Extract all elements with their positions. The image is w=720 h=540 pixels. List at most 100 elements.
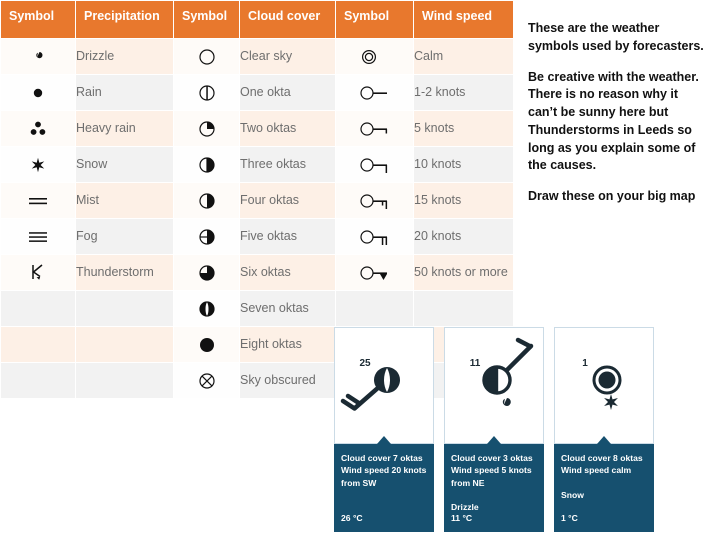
wind-speed-symbol-icon [335,182,414,219]
cloud-cover-label: Seven oktas [239,290,336,327]
empty-cell [335,290,414,327]
empty-cell [75,362,174,399]
station-model-card: 11 Cloud cover 3 oktas Wind speed 5 knot… [444,327,544,532]
callout-arrow-icon [377,436,391,444]
empty-cell [0,290,76,327]
wind-speed-label: 20 knots [413,218,514,255]
table-header-row: Symbol Precipitation Symbol Cloud cover … [0,0,514,39]
cloud-cover-label: Four oktas [239,182,336,219]
wind-speed-label: 1-2 knots [413,74,514,111]
table-row: Thunderstorm Six oktas 50 knots or more [0,254,514,291]
table-row: Sky obscured [0,362,514,399]
column-header-symbol-precip: Symbol [0,0,76,39]
column-header-precipitation: Precipitation [75,0,174,39]
station-model-caption: Cloud cover 7 oktas Wind speed 20 knots … [334,444,434,532]
table-row: Eight oktas [0,326,514,363]
svg-text:1: 1 [582,358,588,369]
station-model-card: 1 Cloud cover 8 oktas Wind speed calm Sn… [554,327,654,532]
station-model-diagram: 1 [554,327,654,444]
cloud-cover-label: Six oktas [239,254,336,291]
svg-text:25: 25 [359,358,371,369]
caption-wind-direction: from SW [341,477,377,488]
cloud-cover-label: Three oktas [239,146,336,183]
caption-precip-line: Snow [561,489,584,500]
wind-speed-label: 50 knots or more [413,254,514,291]
wind-speed-symbol-icon [335,110,414,147]
column-header-cloud-cover: Cloud cover [239,0,336,39]
precipitation-label: Mist [75,182,174,219]
station-model-card: 25 Cloud cover 7 oktas Wind speed 20 kno… [334,327,434,532]
column-header-symbol-cloud: Symbol [173,0,240,39]
caption-temperature: 26 °C [341,512,363,523]
station-model-diagram: 25 [334,327,434,444]
note-paragraph: These are the weather symbols used by fo… [528,21,704,53]
cloud-cover-symbol-icon [173,146,240,183]
caption-wind-line: Wind speed calm [561,465,632,476]
table-row: Fog Five oktas 20 knots [0,218,514,255]
caption-cloud-line: Cloud cover 8 oktas [561,453,643,463]
weather-symbol-table: Symbol Precipitation Symbol Cloud cover … [0,0,514,399]
station-model-caption: Cloud cover 8 oktas Wind speed calm Snow… [554,444,654,532]
caption-cloud-line: Cloud cover 3 oktas [451,453,533,463]
caption-temperature: 1 °C [561,512,578,523]
cloud-cover-label: Two oktas [239,110,336,147]
empty-cell [75,290,174,327]
cloud-cover-symbol-icon [173,182,240,219]
empty-cell [0,326,76,363]
cloud-cover-label: Sky obscured [239,362,336,399]
precipitation-label: Fog [75,218,174,255]
cloud-cover-symbol-icon [173,74,240,111]
cloud-cover-symbol-icon [173,38,240,75]
empty-cell [413,290,514,327]
precipitation-symbol-icon [0,74,76,111]
callout-arrow-icon [487,436,501,444]
precipitation-label: Rain [75,74,174,111]
empty-cell [75,326,174,363]
table-row: Drizzle Clear sky Calm [0,38,514,75]
caption-temperature: 11 °C [451,512,473,523]
precipitation-symbol-icon [0,110,76,147]
caption-wind-line: Wind speed 5 knots [451,465,532,476]
wind-speed-symbol-icon [335,254,414,291]
station-model-caption: Cloud cover 3 oktas Wind speed 5 knots f… [444,444,544,532]
precipitation-symbol-icon [0,182,76,219]
instructions-panel: These are the weather symbols used by fo… [528,20,704,219]
cloud-cover-symbol-icon [173,362,240,399]
precipitation-symbol-icon [0,146,76,183]
wind-speed-label: 15 knots [413,182,514,219]
note-paragraph: Draw these on your big map [528,189,696,203]
empty-cell [0,362,76,399]
cloud-cover-symbol-icon [173,218,240,255]
precipitation-symbol-icon [0,38,76,75]
wind-speed-label: Calm [413,38,514,75]
svg-text:11: 11 [470,358,481,369]
precipitation-symbol-icon [0,254,76,291]
table-row: Seven oktas [0,290,514,327]
caption-cloud-line: Cloud cover 7 oktas [341,453,423,463]
cloud-cover-label: Eight oktas [239,326,336,363]
wind-speed-symbol-icon [335,146,414,183]
station-model-diagram: 11 [444,327,544,444]
cloud-cover-label: One okta [239,74,336,111]
column-header-symbol-wind: Symbol [335,0,414,39]
cloud-cover-symbol-icon [173,290,240,327]
table-row: Heavy rain Two oktas 5 knots [0,110,514,147]
table-row: Rain One okta 1-2 knots [0,74,514,111]
precipitation-label: Thunderstorm [75,254,174,291]
precipitation-label: Heavy rain [75,110,174,147]
cloud-cover-symbol-icon [173,254,240,291]
caption-wind-direction: from NE [451,477,485,488]
cloud-cover-symbol-icon [173,326,240,363]
wind-speed-label: 5 knots [413,110,514,147]
wind-speed-symbol-icon [335,38,414,75]
precipitation-label: Snow [75,146,174,183]
table-row: Snow Three oktas 10 knots [0,146,514,183]
cloud-cover-label: Five oktas [239,218,336,255]
caption-wind-line: Wind speed 20 knots [341,465,427,476]
column-header-wind-speed: Wind speed [413,0,514,39]
cloud-cover-label: Clear sky [239,38,336,75]
note-paragraph: Be creative with the weather. There is n… [528,69,699,173]
wind-speed-symbol-icon [335,74,414,111]
precipitation-symbol-icon [0,218,76,255]
precipitation-label: Drizzle [75,38,174,75]
